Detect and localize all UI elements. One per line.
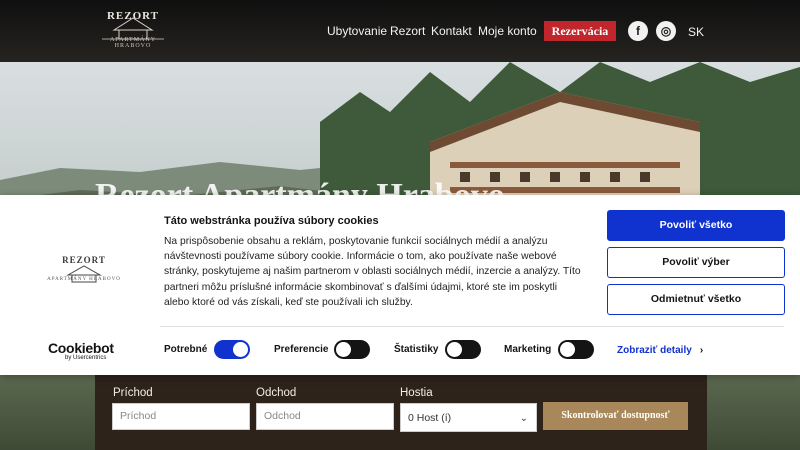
cookie-description: Na prispôsobenie obsahu a reklám, poskyt… [164, 236, 581, 308]
toggle-label-marketing: Marketing [504, 344, 552, 355]
toggle-label-preferences: Preferencie [274, 344, 329, 355]
cookie-banner: REZORT APARTMÁNY HRABOVO Táto webstránka… [0, 195, 800, 375]
chevron-down-icon: ⌄ [519, 413, 528, 424]
guests-value: 0 Host (í) [408, 412, 452, 424]
toggle-knob [447, 342, 462, 357]
toggle-knob [233, 342, 248, 357]
check-availability-button[interactable]: Skontrolovať dostupnosť [543, 402, 688, 430]
guests-select[interactable]: 0 Host (í) ⌄ [400, 403, 537, 432]
site-logo[interactable]: REZORT APARTMÁNY HRABOVO [92, 10, 174, 52]
cookie-site-logo: REZORT APARTMÁNY HRABOVO [46, 255, 122, 291]
logo-sub-text: APARTMÁNY HRABOVO [109, 37, 157, 49]
cookiebot-brand-text: Cookiebot [48, 340, 114, 356]
toggle-preferences[interactable] [334, 340, 370, 359]
instagram-icon[interactable]: ◎ [656, 21, 676, 41]
show-details-link[interactable]: Zobraziť detaily › [617, 345, 703, 356]
nav-rezort[interactable]: Rezort [390, 24, 425, 38]
arrival-input[interactable]: Príchod [112, 403, 250, 430]
language-switch[interactable]: SK [688, 25, 704, 39]
cookie-divider [160, 326, 784, 327]
show-details-label: Zobraziť detaily [617, 345, 692, 356]
arrival-label: Príchod [113, 387, 153, 399]
site-header: REZORT APARTMÁNY HRABOVO Ubytovanie Rezo… [0, 0, 800, 62]
cookie-logo-brand: REZORT [62, 255, 106, 265]
toggle-marketing[interactable] [558, 340, 594, 359]
booking-form: Príchod Príchod Odchod Odchod Hostia 0 H… [95, 375, 707, 450]
toggle-knob [560, 342, 575, 357]
toggle-necessary[interactable] [214, 340, 250, 359]
cookie-title: Táto webstránka používa súbory cookies [164, 215, 379, 227]
deny-all-button[interactable]: Odmietnuť všetko [607, 284, 785, 315]
cookiebot-sub-text: by Usercentrics [65, 355, 107, 361]
toggle-label-statistics: Štatistiky [394, 344, 439, 355]
toggle-statistics[interactable] [445, 340, 481, 359]
allow-all-button[interactable]: Povoliť všetko [607, 210, 785, 241]
departure-input[interactable]: Odchod [256, 403, 394, 430]
logo-brand-text: REZORT [106, 10, 160, 22]
chevron-right-icon: › [699, 345, 704, 356]
facebook-icon[interactable]: f [628, 21, 648, 41]
nav-moje-konto[interactable]: Moje konto [478, 24, 537, 38]
reservation-button[interactable]: Rezervácia [544, 21, 616, 41]
cookie-logo-sub: APARTMÁNY HRABOVO [47, 277, 121, 282]
cookiebot-logo[interactable]: Cookiebot by Usercentrics [48, 340, 118, 362]
departure-label: Odchod [256, 387, 297, 399]
allow-selection-button[interactable]: Povoliť výber [607, 247, 785, 278]
nav-kontakt[interactable]: Kontakt [431, 24, 472, 38]
nav-ubytovanie[interactable]: Ubytovanie [327, 24, 387, 38]
toggle-label-necessary: Potrebné [164, 344, 208, 355]
guests-label: Hostia [400, 387, 433, 399]
toggle-knob [336, 342, 351, 357]
